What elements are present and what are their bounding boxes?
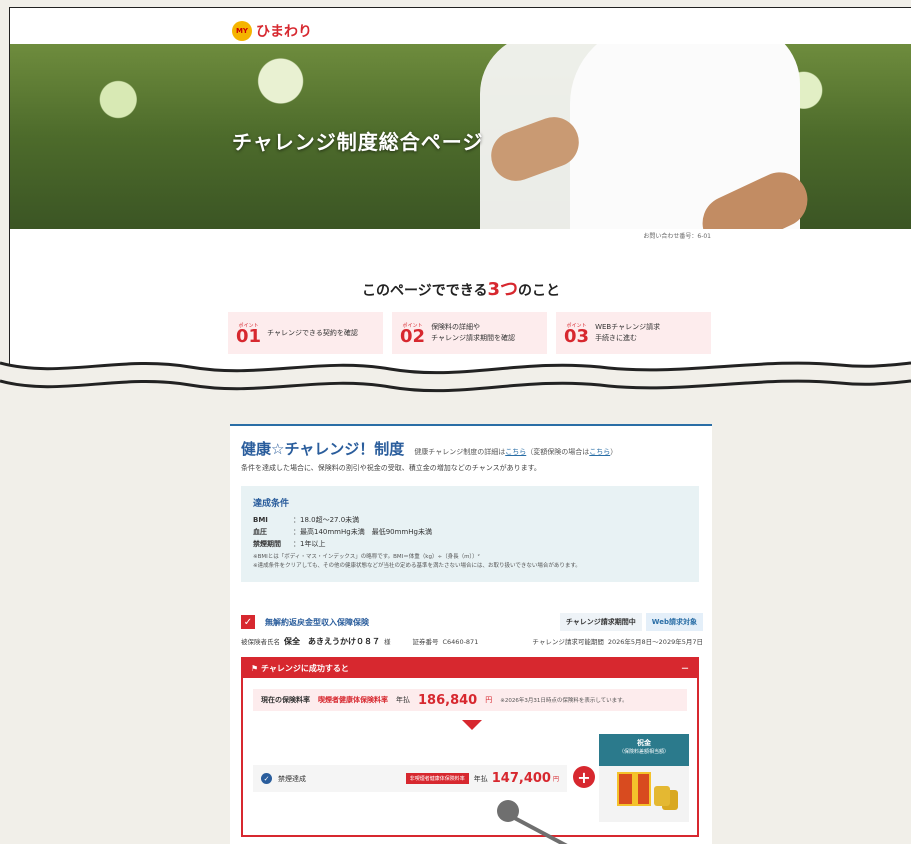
conditions-note: ※BMIとは「ボディ・マス・インデックス」の略称です。BMI＝体重（kg）÷（身… <box>253 553 687 571</box>
point-num: 01 <box>236 325 262 347</box>
condition-key: 禁煙期間 <box>253 540 281 548</box>
current-rate-amount: 186,840 <box>418 692 478 708</box>
point-number: ポイント 01 <box>236 322 262 347</box>
details-link[interactable]: こちら <box>505 448 526 456</box>
current-rate-note: ※2026年3月31日時点の保険料を表示しています。 <box>500 698 628 704</box>
card-title: 健康☆チャレンジ！制度 <box>241 440 405 458</box>
conditions-title: 達成条件 <box>253 499 290 509</box>
flag-icon: ⚑ <box>251 664 261 673</box>
point-number: ポイント 02 <box>400 322 426 347</box>
inquiry-number: お問い合わせ番号：6-01 <box>643 233 711 240</box>
hero-banner: チャレンジ制度総合ページ <box>10 44 911 229</box>
point-num: 03 <box>564 325 590 347</box>
success-title-text: チャレンジに成功すると <box>260 664 349 673</box>
down-arrow-icon <box>462 720 482 730</box>
challenge-success-panel: ⚑ チャレンジに成功すると － 現在の保険料率 喫煙者健康体保険料率 年払 18… <box>241 657 699 837</box>
result-rate-tag: 非喫煙者健康体保険料率 <box>405 773 469 784</box>
link-pre: 健康チャレンジ制度の詳細は <box>414 448 506 456</box>
certificate-number: C6460-871 <box>442 638 479 646</box>
insured-info-row: 被保険者氏名 保全 あきえうかけ０８７ 様 証券番号 C6460-871 チャレ… <box>241 636 703 647</box>
gift-header: 祝金 （保険料差額相当額） <box>599 734 689 766</box>
points-heading-pre: このページでできる <box>362 283 488 299</box>
certificate-label: 証券番号 <box>412 638 439 646</box>
condition-row-nonsmoking: 禁煙期間 ：1年以上 <box>253 538 687 550</box>
condition-key: BMI <box>253 516 268 524</box>
challenge-period-badge: チャレンジ請求期間中 <box>559 613 642 631</box>
top-screenshot-panel: MY ひまわり チャレンジ制度総合ページ お問い合わせ番号：6-01 このページ… <box>9 7 911 382</box>
condition-value: ：1年以上 <box>293 540 326 548</box>
challenge-period-value: 2026年5月8日～2029年5月7日 <box>607 638 703 646</box>
web-request-badge: Web請求対象 <box>645 613 703 631</box>
condition-value: ：18.0超～27.0未満 <box>293 516 360 524</box>
plan-name: 無解約返戻金型収入保障保険 <box>265 617 369 627</box>
brand-name: ひまわり <box>256 24 312 40</box>
link-post: ） <box>610 448 618 456</box>
result-rate-prefix: 年払 <box>473 774 488 783</box>
gift-box: 祝金 （保険料差額相当額） <box>599 734 689 822</box>
success-panel-header[interactable]: ⚑ チャレンジに成功すると － <box>243 659 697 678</box>
condition-key: 血圧 <box>253 528 267 536</box>
hero-title: チャレンジ制度総合ページ <box>232 130 484 154</box>
condition-row-blood-pressure: 血圧 ：最高140mmHg未満 最低90mmHg未満 <box>253 526 687 538</box>
challenge-period-label: チャレンジ請求可能期間 <box>532 638 604 646</box>
card-link-text: 健康チャレンジ制度の詳細はこちら（変額保険の場合はこちら） <box>414 447 617 457</box>
card-title-row: 健康☆チャレンジ！制度 健康チャレンジ制度の詳細はこちら（変額保険の場合はこちら… <box>241 438 617 459</box>
points-heading-num: 3つ <box>487 279 518 300</box>
current-rate-yen: 円 <box>485 696 493 704</box>
gift-present-icon <box>617 772 651 806</box>
point-number: ポイント 03 <box>564 322 590 347</box>
condition-row-bmi: BMI ：18.0超～27.0未満 <box>253 514 687 526</box>
points-heading-post: のこと <box>517 283 560 299</box>
result-rate-yen: 円 <box>552 776 559 783</box>
points-list: ポイント 01 チャレンジできる契約を確認 ポイント 02 保険料の詳細や チャ… <box>228 312 711 354</box>
check-circle-icon: ✓ <box>261 773 272 784</box>
current-rate-tag: 喫煙者健康体保険料率 <box>318 696 388 704</box>
variable-insurance-link[interactable]: こちら <box>589 448 610 456</box>
insured-label: 被保険者氏名 <box>241 638 280 646</box>
point-text: WEBチャレンジ請求 手続きに進む <box>595 323 661 342</box>
point-text: 保険料の詳細や チャレンジ請求期間を確認 <box>431 323 515 342</box>
condition-value: ：最高140mmHg未満 最低90mmHg未満 <box>293 528 432 536</box>
insured-name: 保全 あきえうかけ０８７ <box>284 637 380 646</box>
point-card-02[interactable]: ポイント 02 保険料の詳細や チャレンジ請求期間を確認 <box>392 312 547 354</box>
brand-mark: MY <box>232 21 252 41</box>
challenge-card: 健康☆チャレンジ！制度 健康チャレンジ制度の詳細はこちら（変額保険の場合はこちら… <box>230 424 712 844</box>
point-num: 02 <box>400 325 426 347</box>
result-label: 禁煙達成 <box>278 774 306 783</box>
insured-honorific: 様 <box>384 638 391 646</box>
conditions-note-disclaimer: ※達成条件をクリアしても、その他の健康状態などが当社の定める基準を満たさない場合… <box>253 563 581 569</box>
current-rate-label: 現在の保険料率 <box>261 696 310 704</box>
result-rate-row: ✓ 禁煙達成 非喫煙者健康体保険料率 年払 147,400 円 <box>253 765 567 792</box>
gift-title: 祝金 <box>637 739 651 747</box>
link-mid: （変額保険の場合は <box>526 448 590 456</box>
current-rate-prefix: 年払 <box>396 696 410 704</box>
collapse-icon[interactable]: － <box>681 663 689 674</box>
point-card-01[interactable]: ポイント 01 チャレンジできる契約を確認 <box>228 312 383 354</box>
torn-edge-divider <box>0 361 911 405</box>
brand-logo[interactable]: MY ひまわり <box>232 20 312 42</box>
points-heading: このページでできる3つのこと <box>10 275 911 301</box>
success-panel-title: ⚑ チャレンジに成功すると <box>251 663 349 674</box>
plan-row: ✓ 無解約返戻金型収入保障保険 チャレンジ請求期間中 Web請求対象 <box>241 613 703 631</box>
plan-check-icon[interactable]: ✓ <box>241 615 255 629</box>
point-text: チャレンジできる契約を確認 <box>267 328 358 337</box>
gift-subtitle: （保険料差額相当額） <box>618 749 669 755</box>
plus-icon: + <box>573 766 595 788</box>
coins-icon <box>654 786 670 806</box>
card-description: 条件を達成した場合に、保険料の割引や祝金の受取、積立金の増加などのチャンスがあり… <box>241 464 541 472</box>
conditions-box: 達成条件 BMI ：18.0超～27.0未満 血圧 ：最高140mmHg未満 最… <box>241 486 699 582</box>
conditions-note-bmi: ※BMIとは「ボディ・マス・インデックス」の略称です。BMI＝体重（kg）÷（身… <box>253 554 480 560</box>
current-rate-row: 現在の保険料率 喫煙者健康体保険料率 年払 186,840 円 ※2026年3月… <box>253 689 687 711</box>
result-rate-amount: 147,400 <box>491 771 551 786</box>
point-card-03[interactable]: ポイント 03 WEBチャレンジ請求 手続きに進む <box>556 312 711 354</box>
